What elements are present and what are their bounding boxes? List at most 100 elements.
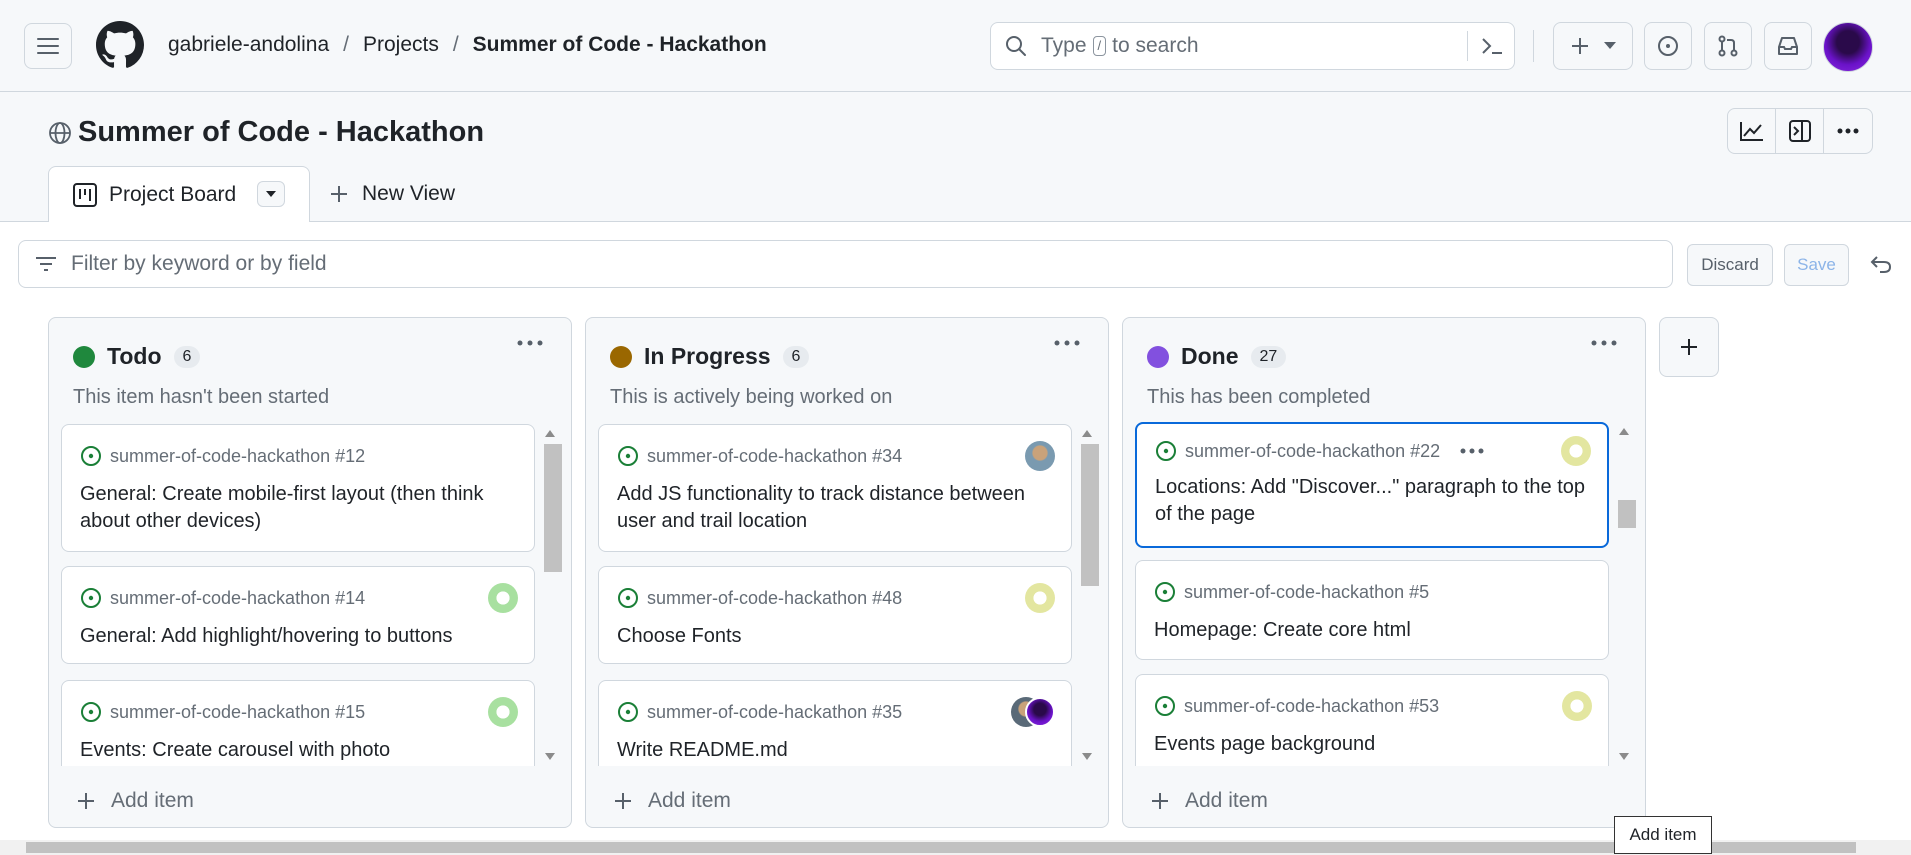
card-meta: summer-of-code-hackathon #22 [1155, 440, 1484, 462]
menu-button[interactable] [24, 23, 72, 69]
filter-input[interactable]: Filter by keyword or by field [18, 240, 1673, 288]
save-button[interactable]: Save [1784, 244, 1849, 286]
card-meta: summer-of-code-hackathon #12 [80, 445, 365, 467]
side-panel-button[interactable] [1776, 109, 1824, 153]
issue-ref[interactable]: summer-of-code-hackathon #5 [1184, 582, 1429, 603]
issue-title[interactable]: Events page background [1154, 731, 1590, 758]
scroll-down-icon[interactable] [1619, 753, 1629, 760]
issue-ref[interactable]: summer-of-code-hackathon #53 [1184, 696, 1439, 717]
assignee-avatar[interactable] [1562, 691, 1592, 721]
card-menu-icon[interactable] [1460, 448, 1484, 454]
assignee-avatar[interactable] [1025, 441, 1055, 471]
issue-title[interactable]: Locations: Add "Discover..." paragraph t… [1155, 474, 1589, 528]
issue-ref[interactable]: summer-of-code-hackathon #34 [647, 446, 902, 467]
scroll-thumb[interactable] [544, 444, 562, 572]
scroll-up-icon[interactable] [1619, 428, 1629, 435]
add-item-button[interactable]: Add item [1151, 789, 1268, 813]
create-new-button[interactable] [1553, 22, 1633, 70]
plus-icon [615, 793, 631, 809]
insights-button[interactable] [1728, 109, 1776, 153]
issue-ref[interactable]: summer-of-code-hackathon #35 [647, 702, 902, 723]
sidebar-expand-icon [1788, 120, 1811, 142]
issue-card[interactable]: summer-of-code-hackathon #14 General: Ad… [61, 566, 535, 664]
add-item-label: Add item [1185, 789, 1268, 812]
issue-card[interactable]: summer-of-code-hackathon #48 Choose Font… [598, 566, 1072, 664]
assignee-avatar[interactable] [488, 697, 518, 727]
breadcrumb-separator: / [343, 33, 349, 56]
new-view-button[interactable]: New View [330, 182, 455, 206]
assignee-avatar[interactable] [1025, 697, 1055, 727]
issue-ref[interactable]: summer-of-code-hackathon #22 [1185, 441, 1440, 462]
view-options-dropdown[interactable] [257, 181, 285, 207]
breadcrumb-owner[interactable]: gabriele-andolina [168, 33, 329, 57]
column-menu-icon[interactable] [1591, 340, 1617, 346]
discard-button[interactable]: Discard [1687, 244, 1773, 286]
issue-card[interactable]: summer-of-code-hackathon #5 Homepage: Cr… [1135, 560, 1609, 660]
column-scrollbar[interactable] [1078, 424, 1099, 766]
issue-title[interactable]: Choose Fonts [617, 623, 1053, 650]
issue-ref[interactable]: summer-of-code-hackathon #15 [110, 702, 365, 723]
more-options-button[interactable] [1824, 109, 1872, 153]
column-scrollbar[interactable] [541, 424, 562, 766]
column-scrollbar[interactable] [1615, 422, 1636, 766]
add-item-button[interactable]: Add item [614, 789, 731, 813]
user-avatar[interactable] [1823, 22, 1873, 72]
assignee-avatar[interactable] [1025, 583, 1055, 613]
search-suffix: to search [1112, 34, 1199, 57]
inbox-button[interactable] [1764, 22, 1812, 70]
breadcrumb-projects[interactable]: Projects [363, 33, 439, 57]
issue-title[interactable]: Events: Create carousel with photo [80, 737, 516, 764]
issue-card[interactable]: summer-of-code-hackathon #15 Events: Cre… [61, 680, 535, 766]
card-meta: summer-of-code-hackathon #35 [617, 701, 902, 723]
card-meta: summer-of-code-hackathon #15 [80, 701, 365, 723]
github-logo-icon[interactable] [96, 21, 144, 69]
scroll-down-icon[interactable] [545, 753, 555, 760]
issue-card[interactable]: summer-of-code-hackathon #53 Events page… [1135, 674, 1609, 766]
status-dot [1147, 345, 1169, 368]
scroll-thumb[interactable] [1618, 500, 1636, 528]
issue-opened-icon [81, 702, 101, 722]
search-input[interactable]: Type / to search [990, 22, 1515, 70]
add-item-label: Add item [648, 789, 731, 812]
scroll-thumb[interactable] [1081, 444, 1099, 586]
plus-icon [331, 186, 347, 202]
pull-requests-button[interactable] [1704, 22, 1752, 70]
column-menu-icon[interactable] [1054, 340, 1080, 346]
search-divider [1467, 31, 1468, 61]
issue-title[interactable]: General: Add highlight/hovering to butto… [80, 623, 516, 650]
filter-placeholder: Filter by keyword or by field [71, 252, 327, 275]
assignee-avatar[interactable] [488, 583, 518, 613]
column-description: This has been completed [1147, 386, 1371, 408]
column-menu-icon[interactable] [517, 340, 543, 346]
issue-ref[interactable]: summer-of-code-hackathon #14 [110, 588, 365, 609]
add-column-button[interactable] [1659, 317, 1719, 377]
issue-ref[interactable]: summer-of-code-hackathon #12 [110, 446, 365, 467]
issue-card-selected[interactable]: summer-of-code-hackathon #22 Locations: … [1135, 422, 1609, 548]
issue-title[interactable]: Homepage: Create core html [1154, 617, 1590, 644]
plus-icon [1681, 339, 1697, 355]
issue-ref[interactable]: summer-of-code-hackathon #48 [647, 588, 902, 609]
issue-card[interactable]: summer-of-code-hackathon #34 Add JS func… [598, 424, 1072, 552]
status-dot [610, 345, 632, 368]
issue-card[interactable]: summer-of-code-hackathon #35 Write READM… [598, 680, 1072, 766]
tab-project-board[interactable]: Project Board [48, 166, 310, 223]
issue-title[interactable]: General: Create mobile-first layout (the… [80, 481, 516, 535]
command-palette-icon[interactable] [1480, 35, 1504, 57]
card-meta: summer-of-code-hackathon #14 [80, 587, 365, 609]
scroll-up-icon[interactable] [545, 430, 555, 437]
issue-card[interactable]: summer-of-code-hackathon #12 General: Cr… [61, 424, 535, 552]
scroll-up-icon[interactable] [1082, 430, 1092, 437]
issues-button[interactable] [1644, 22, 1692, 70]
page-title: Summer of Code - Hackathon [78, 116, 485, 148]
assignee-avatar[interactable] [1561, 436, 1591, 466]
column-description: This item hasn't been started [73, 386, 330, 408]
issue-title[interactable]: Write README.md [617, 737, 1053, 764]
scroll-thumb[interactable] [26, 842, 1856, 853]
scroll-down-icon[interactable] [1082, 753, 1092, 760]
issue-title[interactable]: Add JS functionality to track distance b… [617, 481, 1053, 535]
breadcrumb-project[interactable]: Summer of Code - Hackathon [473, 33, 767, 57]
add-item-button[interactable]: Add item [77, 789, 194, 813]
graph-icon [1739, 122, 1763, 141]
inbox-icon [1778, 37, 1798, 55]
undo-icon[interactable] [1870, 254, 1892, 274]
